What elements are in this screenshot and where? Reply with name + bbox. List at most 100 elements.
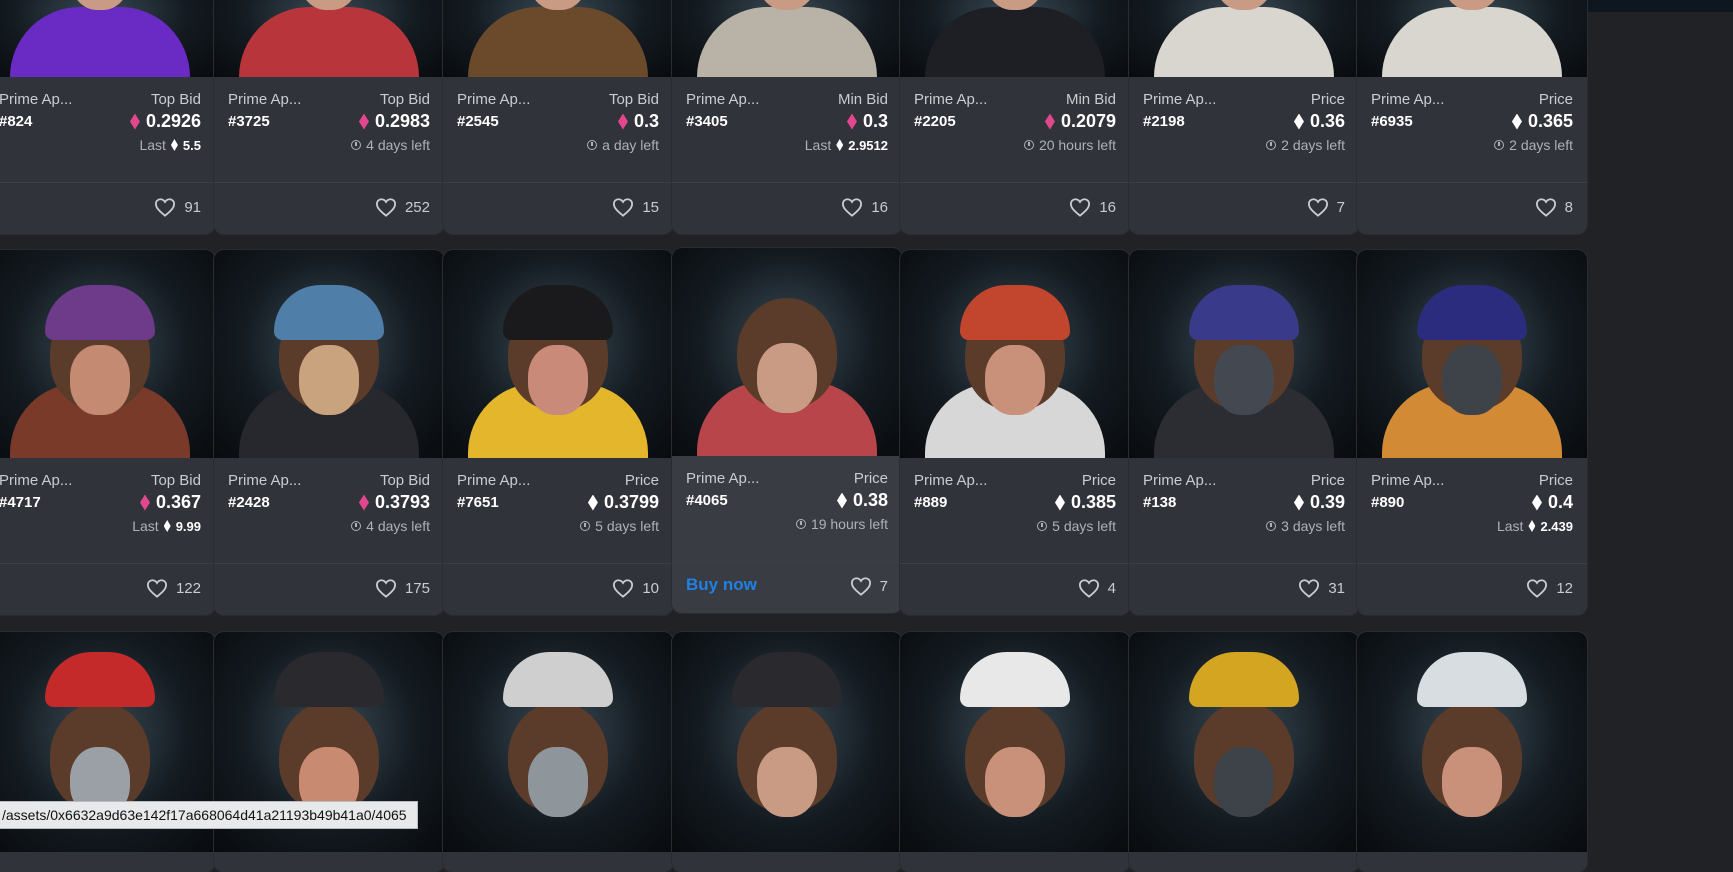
- nft-image[interactable]: [900, 0, 1130, 77]
- favorite-button[interactable]: 8: [1535, 197, 1573, 217]
- price-value: 0.3793: [359, 492, 430, 513]
- like-count: 31: [1328, 579, 1345, 597]
- price-label: Min Bid: [837, 91, 888, 108]
- nft-image[interactable]: [672, 248, 902, 456]
- favorite-button[interactable]: 7: [1307, 197, 1345, 217]
- ape-hat: [732, 652, 842, 707]
- collection-name: Prime Ap...: [1371, 91, 1445, 108]
- buy-now-button[interactable]: Buy now: [686, 575, 757, 595]
- eth-icon: [836, 139, 843, 151]
- nft-image[interactable]: [1129, 632, 1359, 852]
- nft-card[interactable]: Prime Ap... #2198 Price 0.36 2 days left 7: [1129, 0, 1359, 234]
- nft-card[interactable]: Prime Ap... #2428 Top Bid 0.3793 4 days left…: [214, 250, 444, 615]
- favorite-button[interactable]: 12: [1526, 578, 1573, 598]
- favorite-button[interactable]: 10: [612, 578, 659, 598]
- favorite-button[interactable]: 91: [154, 197, 201, 217]
- price-label: Price: [1310, 472, 1345, 489]
- price-value: 0.2079: [1045, 111, 1116, 132]
- nft-card[interactable]: Prime Ap... #2205 Min Bid 0.2079 20 hours le…: [900, 0, 1130, 234]
- nft-image[interactable]: [1129, 250, 1359, 458]
- collection-name: Prime Ap...: [0, 91, 73, 108]
- token-id: #2545: [457, 113, 499, 130]
- ape-face: [757, 747, 817, 817]
- nft-image[interactable]: [214, 250, 444, 458]
- nft-card[interactable]: Prime Ap... #890 Price 0.4 Last 2.439 12: [1357, 250, 1587, 615]
- eth-icon: [171, 139, 178, 151]
- time-left-text: a day left: [602, 137, 659, 153]
- eth-icon: [847, 114, 857, 130]
- nft-card[interactable]: Prime Ap... #6935 Price 0.365 2 days left 8: [1357, 0, 1587, 234]
- collection-name: Prime Ap...: [914, 91, 988, 108]
- nft-image[interactable]: [443, 632, 673, 852]
- price-label: Top Bid: [379, 472, 430, 489]
- nft-card[interactable]: Prime Ap... #4717 Top Bid 0.367 Last 9.99 122: [0, 250, 215, 615]
- nft-image[interactable]: [900, 250, 1130, 458]
- time-left-text: 2 days left: [1509, 137, 1573, 153]
- collection-name: Prime Ap...: [686, 91, 760, 108]
- ape-hat: [1417, 652, 1527, 707]
- price-value: 0.39: [1294, 492, 1345, 513]
- nft-card[interactable]: Prime Ap... #3405 Min Bid 0.3 Last 2.9512 16: [672, 0, 902, 234]
- like-count: 4: [1107, 579, 1116, 597]
- ape-hat: [1189, 285, 1299, 340]
- nft-image[interactable]: [900, 632, 1130, 852]
- nft-card[interactable]: Prime Ap... #138 Price 0.39 3 days left 31: [1129, 250, 1359, 615]
- card-footer: 122: [0, 563, 215, 615]
- favorite-button[interactable]: 252: [375, 197, 430, 217]
- nft-image[interactable]: [672, 632, 902, 852]
- nft-image[interactable]: [672, 0, 902, 77]
- favorite-button[interactable]: 16: [1069, 197, 1116, 217]
- favorite-button[interactable]: 175: [375, 578, 430, 598]
- card-info: Prime Ap... #3725 Top Bid 0.2983 4 days left: [214, 77, 444, 182]
- nft-card[interactable]: Prime Ap... #7651 Price 0.3799 5 days left 10: [443, 250, 673, 615]
- eth-icon: [140, 495, 150, 511]
- nft-card[interactable]: [900, 632, 1130, 872]
- favorite-button[interactable]: 4: [1078, 578, 1116, 598]
- favorite-button[interactable]: 15: [612, 197, 659, 217]
- nft-card[interactable]: [0, 632, 215, 872]
- time-left-text: 20 hours left: [1038, 137, 1116, 153]
- nft-image[interactable]: [214, 0, 444, 77]
- eth-icon: [837, 493, 847, 509]
- nft-image[interactable]: [443, 250, 673, 458]
- favorite-button[interactable]: 16: [841, 197, 888, 217]
- card-footer: 31: [1129, 563, 1359, 615]
- nft-image[interactable]: [1129, 0, 1359, 77]
- nft-image[interactable]: [1357, 250, 1587, 458]
- nft-card[interactable]: Prime Ap... #889 Price 0.385 5 days left 4: [900, 250, 1130, 615]
- nft-card[interactable]: Prime Ap... #4065 Price 0.38 19 hours left Bu…: [672, 248, 902, 613]
- favorite-button[interactable]: 7: [850, 576, 888, 596]
- last-sale: Last 2.9512: [805, 137, 888, 153]
- clock-icon: [580, 521, 591, 531]
- card-footer: 12: [1357, 563, 1587, 615]
- favorite-button[interactable]: 122: [146, 578, 201, 598]
- time-left-text: 4 days left: [366, 137, 430, 153]
- favorite-button[interactable]: 31: [1298, 578, 1345, 598]
- nft-image[interactable]: [0, 250, 215, 458]
- nft-image[interactable]: [0, 0, 215, 77]
- nft-card[interactable]: [443, 632, 673, 872]
- ape-hat: [960, 285, 1070, 340]
- nft-card[interactable]: [1129, 632, 1359, 872]
- ape-face: [1442, 345, 1502, 415]
- time-left: a day left: [587, 137, 659, 153]
- time-left: 19 hours left: [795, 516, 888, 532]
- collection-name: Prime Ap...: [457, 91, 531, 108]
- ape-face: [528, 345, 588, 415]
- nft-card[interactable]: [1357, 632, 1587, 872]
- time-left-text: 5 days left: [1052, 518, 1116, 534]
- nft-card[interactable]: Prime Ap... #2545 Top Bid 0.3 a day left 15: [443, 0, 673, 234]
- nft-card[interactable]: [672, 632, 902, 872]
- ape-face: [1214, 747, 1274, 817]
- nft-image[interactable]: [1357, 632, 1587, 852]
- nft-card[interactable]: Prime Ap... #824 Top Bid 0.2926 Last 5.5 91: [0, 0, 215, 234]
- nft-card[interactable]: Prime Ap... #3725 Top Bid 0.2983 4 days left…: [214, 0, 444, 234]
- eth-icon: [1512, 114, 1522, 130]
- last-sale-amount: 2.9512: [848, 137, 888, 153]
- nft-image[interactable]: [1357, 0, 1587, 77]
- eth-icon: [1532, 495, 1542, 511]
- nft-image[interactable]: [443, 0, 673, 77]
- token-id: #3405: [686, 113, 728, 130]
- nft-card[interactable]: [214, 632, 444, 872]
- card-footer: 10: [443, 563, 673, 615]
